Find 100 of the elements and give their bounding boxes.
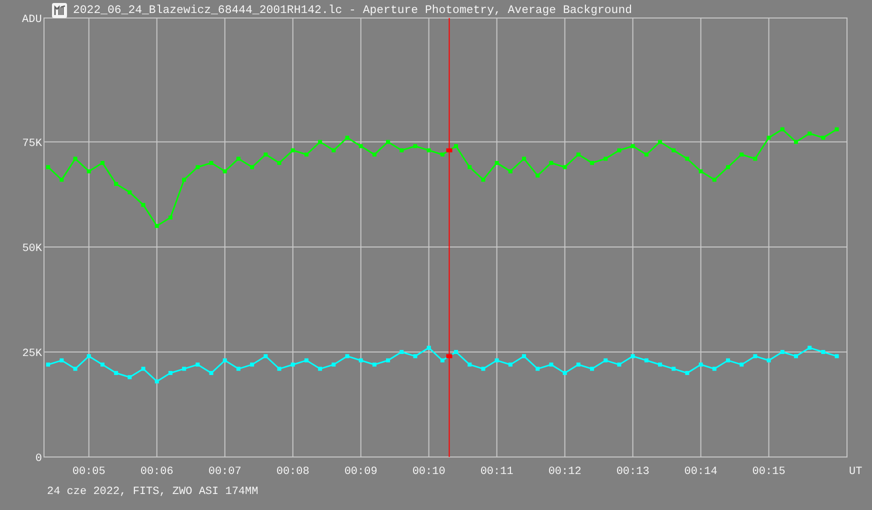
data-point [46,362,50,367]
data-point [209,370,214,375]
data-point [644,152,648,157]
data-point [304,152,308,157]
y-tick-label: 25K [22,348,42,360]
data-point [372,362,376,367]
data-point [386,140,390,144]
data-point [494,358,499,362]
data-point [630,354,635,358]
data-point [604,156,608,161]
data-point [481,178,486,182]
data-point [468,165,472,170]
data-point [73,366,78,371]
data-point [753,354,758,358]
data-point [400,148,404,152]
data-point [60,178,64,182]
data-point [413,144,418,148]
data-point [576,362,580,367]
data-point [780,127,784,132]
data-point [808,346,812,350]
data-point [86,169,91,174]
x-tick-label: 00:10 [412,466,446,478]
data-point [672,148,676,152]
data-point [100,362,104,367]
data-point [332,362,336,367]
cursor-marker [446,354,452,358]
data-point [494,160,499,165]
x-tick-label: 00:15 [752,466,786,478]
data-point [264,354,268,358]
data-point [562,370,567,375]
data-point [277,160,282,165]
data-point [766,136,771,140]
data-point [209,160,214,165]
data-point [426,148,431,152]
data-point [780,350,784,354]
data-point [576,152,580,157]
data-point [128,190,132,194]
x-tick-label: 00:06 [140,466,174,478]
data-point [400,350,404,354]
data-point [46,165,50,170]
data-point [277,366,282,371]
x-tick-label: 00:13 [616,466,650,478]
data-point [753,156,758,161]
data-point [698,362,703,367]
data-point [658,140,662,144]
data-point [196,165,200,170]
data-point [250,165,254,170]
data-point [468,362,472,367]
y-tick-label: 75K [22,138,42,150]
data-point [549,160,554,165]
y-tick-label: 0 [35,453,42,465]
data-point [740,152,744,157]
data-point [617,148,622,152]
cursor-marker [446,148,452,152]
data-point [114,182,118,186]
data-point [834,127,839,132]
data-point [100,160,104,165]
data-point [128,375,132,380]
y-axis-label: ADU [22,14,42,26]
data-point [536,174,540,178]
data-point [590,366,594,371]
data-point [481,366,486,371]
data-point [236,156,240,161]
data-point [685,370,690,375]
data-point [794,140,798,144]
data-point [154,224,159,228]
data-point [508,169,512,174]
x-tick-label: 00:14 [684,466,718,478]
data-point [454,350,458,354]
y-tick-label: 50K [22,242,42,255]
data-point [549,362,554,367]
data-point [522,354,526,358]
x-tick-label: 00:08 [276,466,310,478]
data-point [726,165,730,170]
data-point [154,379,159,384]
data-point [182,178,186,182]
x-tick-label: 00:09 [344,466,378,478]
data-point [821,136,826,140]
data-point [141,366,146,371]
data-point [808,132,812,136]
data-point [821,350,826,354]
x-tick-label: 00:11 [480,466,514,478]
data-point [834,354,839,358]
x-axis-label: UT [849,466,862,478]
data-point [726,358,730,362]
data-point [73,156,78,161]
data-point [236,366,240,371]
data-point [345,354,350,358]
data-point [413,354,418,358]
data-point [672,366,676,371]
data-point [264,152,268,157]
status-text: 24 cze 2022, FITS, ZWO ASI 174MM [47,486,258,498]
data-point [332,148,336,152]
data-point [617,362,622,367]
data-point [644,358,648,362]
data-point [604,358,608,362]
data-point [426,346,431,350]
data-point [345,136,350,140]
x-tick-label: 00:12 [548,466,582,478]
data-point [196,362,200,367]
